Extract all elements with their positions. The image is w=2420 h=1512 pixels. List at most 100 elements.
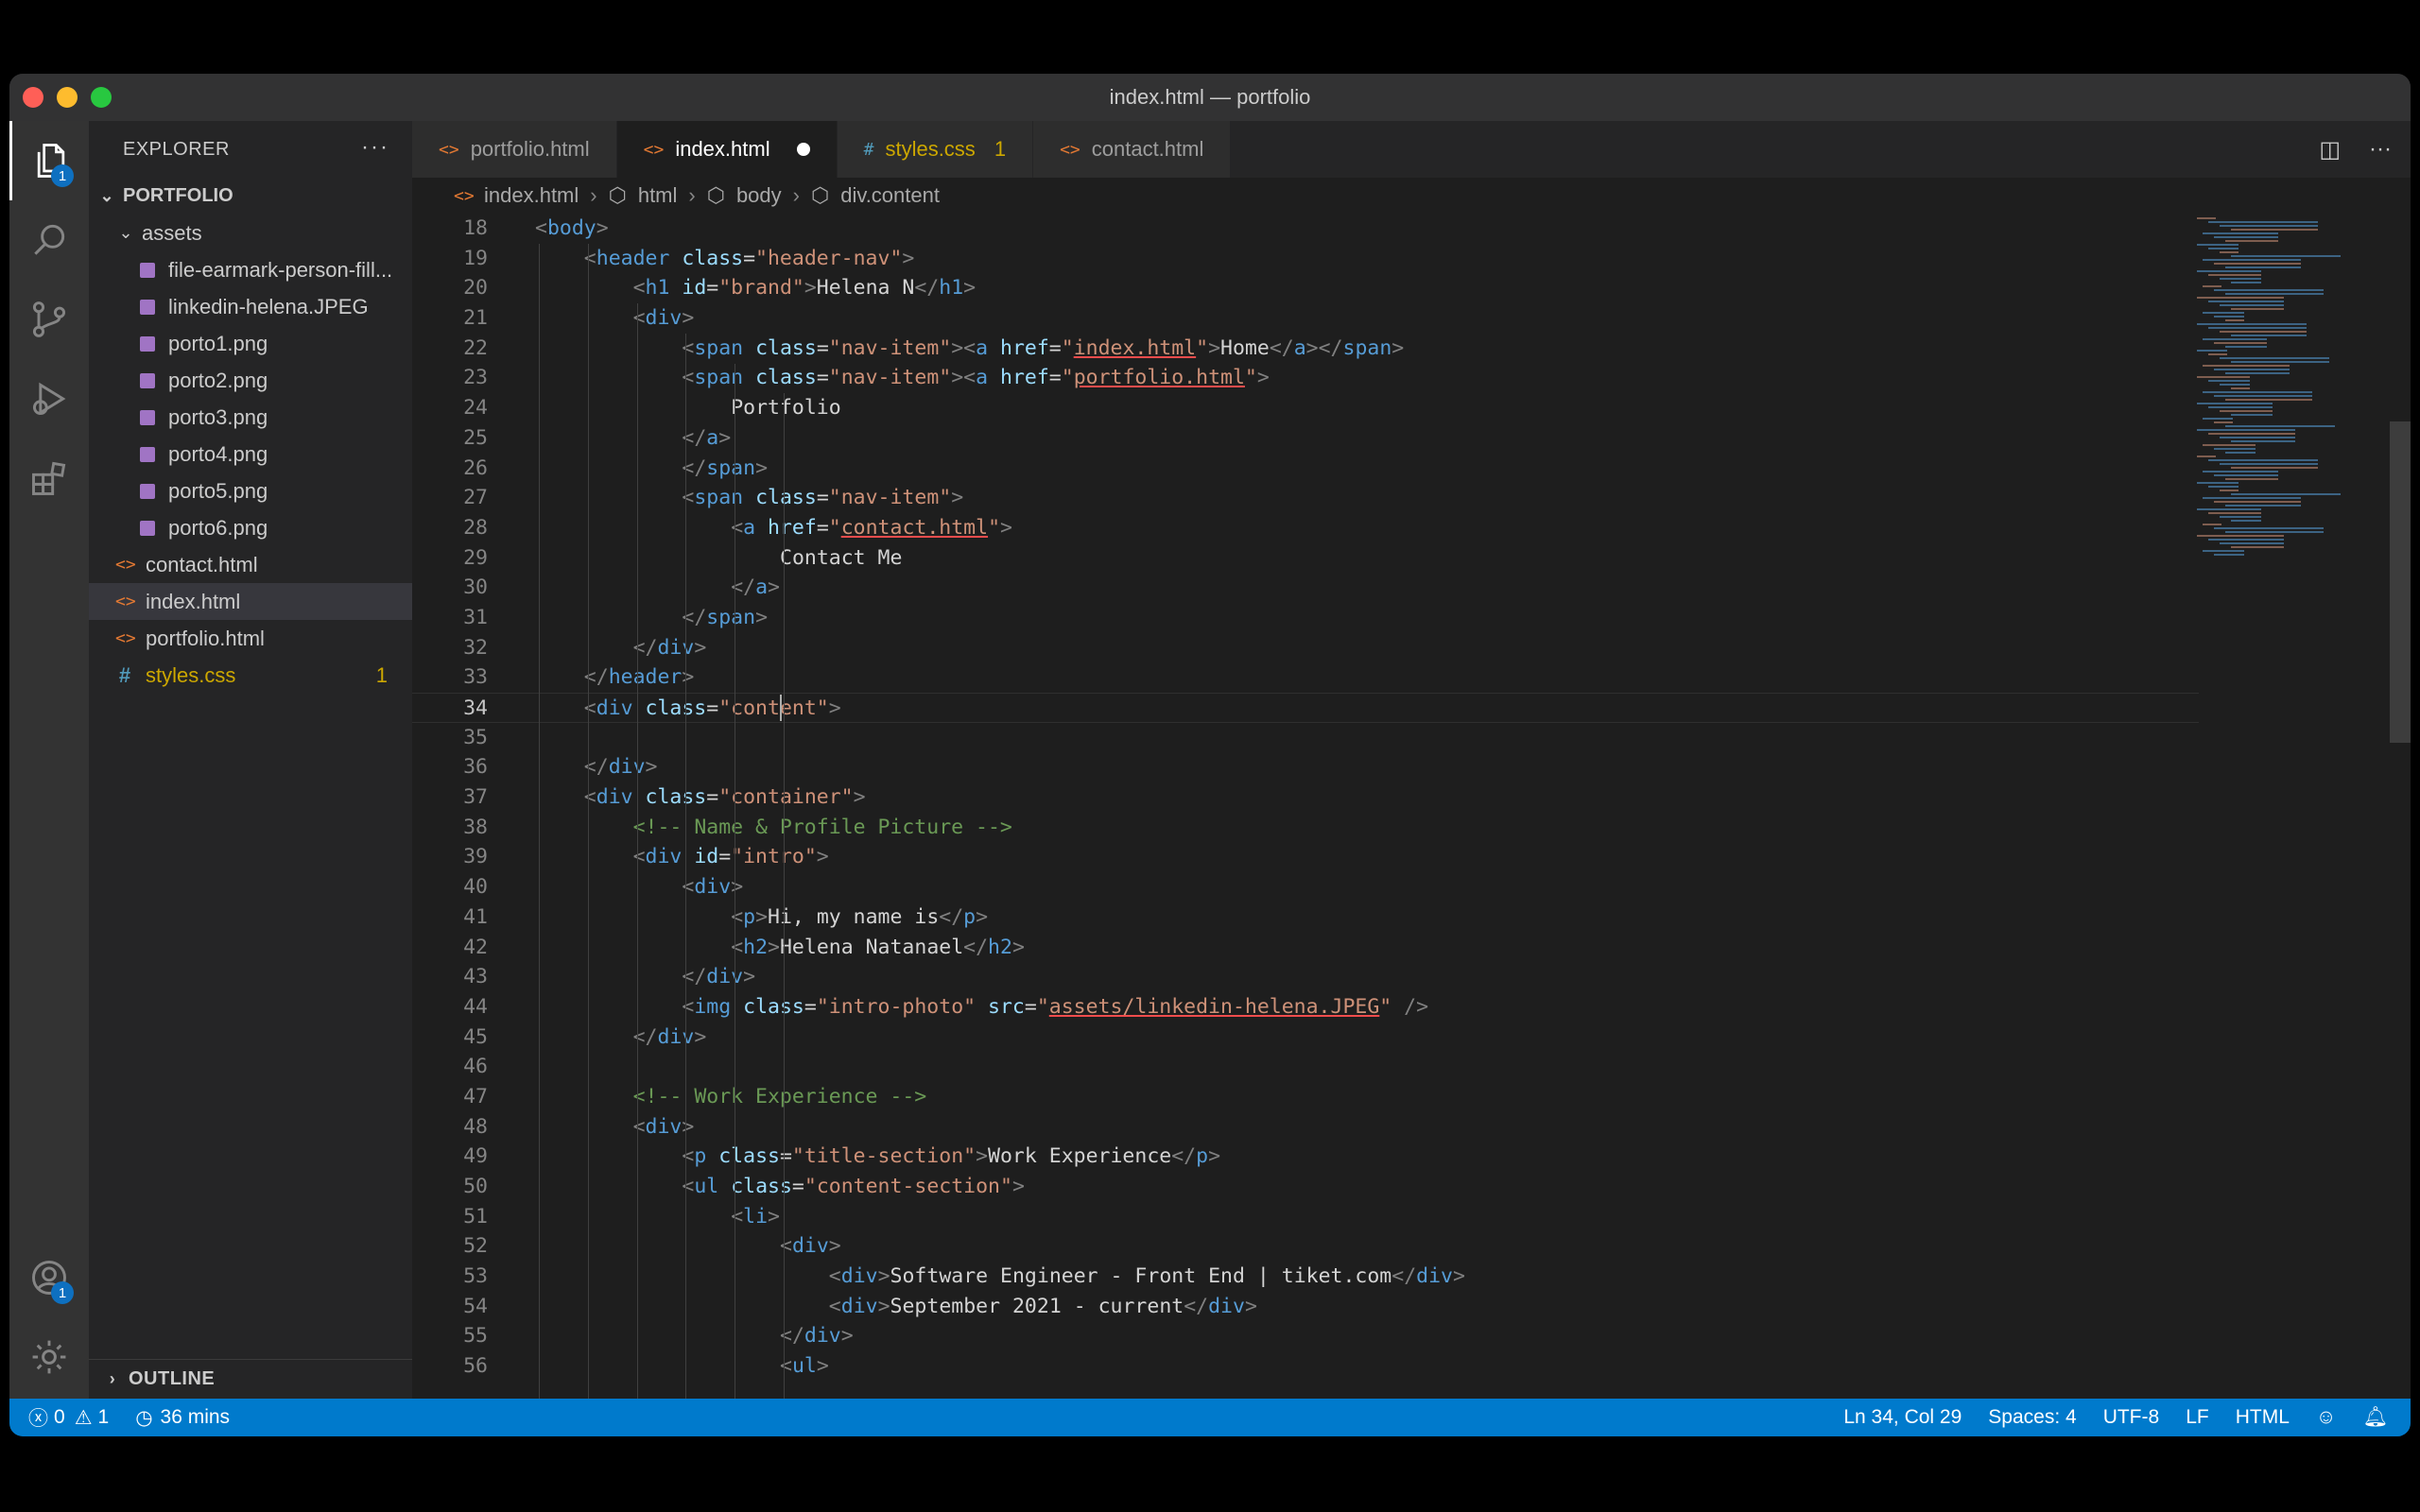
activity-source-control[interactable]	[9, 280, 89, 359]
more-icon[interactable]: ···	[2369, 136, 2392, 163]
tree-item-porto5-png[interactable]: porto5.png	[89, 472, 412, 509]
problems-status[interactable]: ⓧ 0 ⚠ 1	[28, 1403, 109, 1432]
tree-item-contact-html[interactable]: <> contact.html	[89, 546, 412, 583]
tab-contact-html[interactable]: <> contact.html	[1033, 121, 1232, 178]
code-token: >	[1011, 1175, 1025, 1198]
code-line: 19 <header class="header-nav">	[412, 244, 2199, 274]
tree-item-index-html[interactable]: <> index.html	[89, 583, 412, 620]
minimap-line	[2220, 463, 2318, 465]
breadcrumb-item-file[interactable]: index.html	[484, 183, 579, 208]
code-token: Helena Natanael	[779, 935, 964, 959]
tree-item-linkedin-helena-jpeg[interactable]: linkedin-helena.JPEG	[89, 288, 412, 325]
minimize-window-button[interactable]	[57, 87, 78, 108]
minimap[interactable]	[2193, 214, 2382, 573]
feedback-icon[interactable]: ☺	[2316, 1406, 2336, 1429]
minimap-line	[2225, 505, 2301, 507]
unsaved-dot-icon	[796, 143, 810, 156]
editor-scrollbar[interactable]	[2390, 421, 2411, 743]
minimap-line	[2231, 335, 2307, 336]
tree-item-label: contact.html	[146, 552, 258, 576]
chevron-down-icon: ⌄	[118, 223, 133, 242]
tab-styles-css[interactable]: # styles.css 1	[837, 121, 1034, 178]
code-token: >	[1453, 1264, 1465, 1289]
end-of-line[interactable]: LF	[2186, 1406, 2209, 1429]
breadcrumb-item-div[interactable]: div.content	[840, 183, 940, 208]
minimap-line	[2208, 221, 2318, 223]
code-editor[interactable]: 18 <body> 19 <header class="header-nav"> 20 <…	[412, 214, 2411, 1399]
line-number: 36	[463, 755, 488, 780]
tree-item-porto1-png[interactable]: porto1.png	[89, 325, 412, 362]
line-number: 39	[463, 845, 488, 869]
minimap-line	[2197, 508, 2261, 510]
tab-index-html[interactable]: <> index.html	[616, 121, 838, 178]
code-line: 24 Portfolio	[412, 393, 2199, 423]
code-line: 33 </header>	[412, 662, 2199, 693]
activity-accounts[interactable]: 1	[9, 1238, 89, 1317]
language-mode[interactable]: HTML	[2236, 1406, 2290, 1429]
breadcrumb-item-html[interactable]: html	[638, 183, 678, 208]
code-token: >	[1011, 935, 1025, 959]
code-token: <	[682, 994, 695, 1019]
indentation[interactable]: Spaces: 4	[1988, 1406, 2076, 1429]
code-line: 18 <body>	[412, 214, 2199, 244]
activity-explorer[interactable]: 1	[9, 121, 89, 200]
code-token: </	[963, 935, 989, 959]
close-window-button[interactable]	[23, 87, 43, 108]
editor-actions: ◫ ···	[2319, 121, 2392, 178]
code-text: <div class="content">	[584, 694, 841, 724]
cursor-position[interactable]: Ln 34, Col 29	[1843, 1406, 1962, 1429]
image-file-icon	[140, 446, 155, 462]
tree-item-portfolio-html[interactable]: <> portfolio.html	[89, 620, 412, 657]
activity-run-debug[interactable]	[9, 359, 89, 438]
code-token: >	[1208, 335, 1221, 360]
code-text: <div>	[633, 303, 695, 334]
bell-icon[interactable]: 🔔︎	[2362, 1406, 2388, 1429]
tree-item-assets[interactable]: ⌄ assets	[89, 215, 412, 251]
tree-item-porto3-png[interactable]: porto3.png	[89, 399, 412, 436]
code-line: 28 <a href="contact.html">	[412, 513, 2199, 543]
code-token: <	[632, 306, 646, 331]
code-text: <h2>Helena Natanael</h2>	[731, 933, 1025, 963]
folder-portfolio[interactable]: ⌄ PORTFOLIO	[89, 178, 412, 215]
line-number: 35	[463, 725, 488, 749]
code-token: <	[682, 335, 695, 360]
minimap-line	[2203, 232, 2278, 234]
activity-extensions[interactable]	[9, 438, 89, 518]
minimap-line	[2203, 259, 2301, 261]
line-number: 31	[463, 605, 488, 629]
code-line: 26 </span>	[412, 454, 2199, 484]
editor-window: index.html — portfolio 1 1 EXPLORER ··· …	[9, 74, 2411, 1436]
code-token: div	[840, 1294, 878, 1318]
explorer-sidebar: EXPLORER ··· ⌄ PORTFOLIO ⌄ assets file-ear…	[89, 121, 412, 1399]
activity-search[interactable]	[9, 200, 89, 280]
code-token: >	[768, 1204, 780, 1228]
time-tracker[interactable]: ◷ 36 mins	[135, 1406, 230, 1430]
code-token: Contact Me	[780, 545, 903, 570]
tree-item-porto2-png[interactable]: porto2.png	[89, 362, 412, 399]
encoding[interactable]: UTF-8	[2103, 1406, 2160, 1429]
breadcrumb-item-body[interactable]: body	[736, 183, 782, 208]
minimap-line	[2231, 520, 2261, 522]
line-number: 29	[463, 545, 488, 570]
minimap-line	[2220, 410, 2273, 412]
code-token: href	[1000, 335, 1049, 360]
more-actions-button[interactable]: ···	[361, 134, 389, 161]
code-token: >	[1256, 366, 1270, 390]
code-token: portfolio.html	[1073, 366, 1245, 390]
tree-item-file-earmark-person-fill-[interactable]: file-earmark-person-fill...	[89, 251, 412, 288]
minimap-line	[2214, 316, 2244, 318]
outline-section[interactable]: › OUTLINE	[89, 1359, 412, 1399]
tree-item-styles-css[interactable]: # styles.css 1	[89, 657, 412, 694]
split-editor-icon[interactable]: ◫	[2319, 136, 2341, 163]
code-token: "nav-item"	[828, 366, 952, 390]
code-token: >	[682, 665, 695, 690]
tree-item-porto6-png[interactable]: porto6.png	[89, 509, 412, 546]
maximize-window-button[interactable]	[91, 87, 112, 108]
code-token: =	[743, 246, 756, 270]
code-line: 49 <p class="title-section">Work Experien…	[412, 1142, 2199, 1172]
code-text: <p class="title-section">Work Experience…	[682, 1142, 1220, 1172]
activity-manage[interactable]	[9, 1317, 89, 1397]
minimap-line	[2220, 516, 2261, 518]
tab-portfolio-html[interactable]: <> portfolio.html	[412, 121, 617, 178]
tree-item-porto4-png[interactable]: porto4.png	[89, 436, 412, 472]
